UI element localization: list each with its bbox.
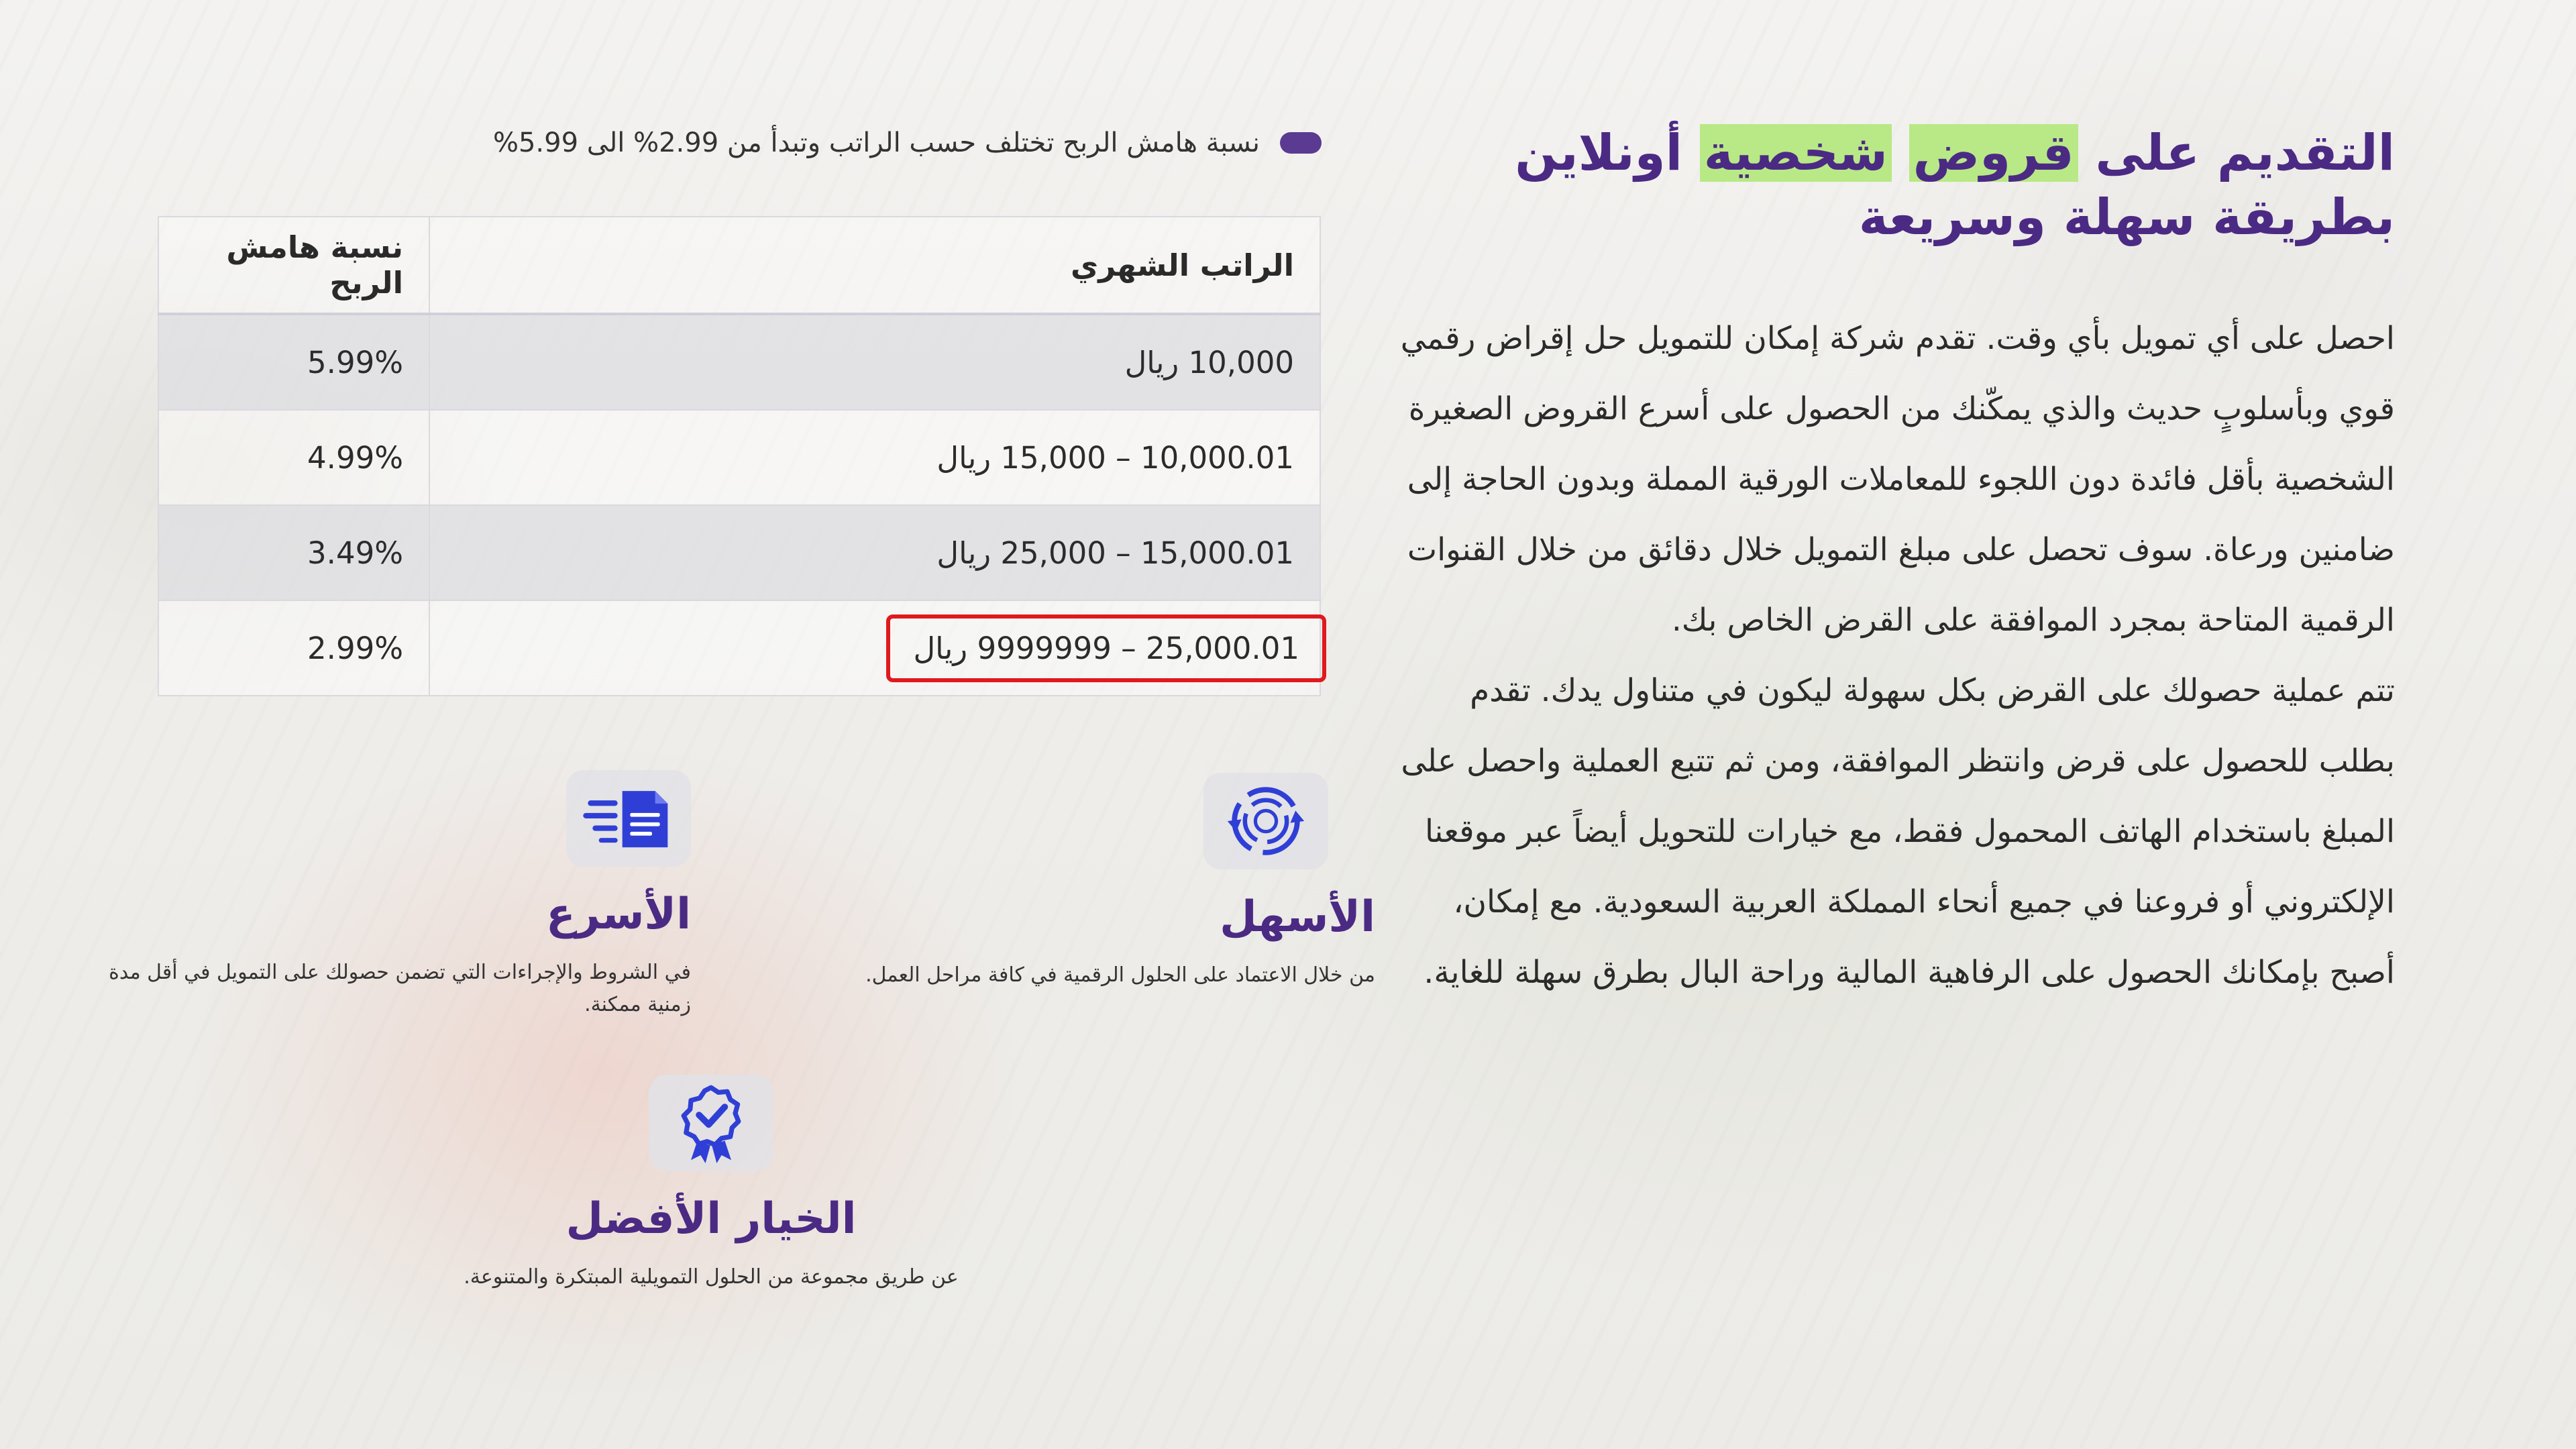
- feature-title: الأسهل: [1220, 892, 1375, 942]
- selection-highlight-box: 25,000.01 – 9999999 ريال: [886, 614, 1326, 682]
- circular-arrows-icon: [1203, 773, 1328, 869]
- profit-rate-table: الراتب الشهري نسبة هامش الربح 10,000 ريا…: [158, 216, 1326, 696]
- feature-easiest: الأسهل من خلال الاعتماد على الحلول الرقم…: [771, 773, 1375, 991]
- rate-cell: 5.99%: [158, 313, 430, 411]
- profit-margin-note: نسبة هامش الربح تختلف حسب الراتب وتبدأ م…: [456, 127, 1322, 158]
- title-line-two: بطريقة سهلة وسريعة: [1858, 189, 2395, 246]
- page-title: التقديم على قروض شخصية أونلاين بطريقة سه…: [1389, 121, 2395, 250]
- column-header-salary: الراتب الشهري: [429, 216, 1321, 315]
- feature-title: الأسرع: [545, 890, 691, 939]
- feature-description: عن طريق مجموعة من الحلول التمويلية المبت…: [464, 1265, 959, 1289]
- salary-cell: 15,000.01 – 25,000 ريال: [429, 504, 1321, 601]
- title-highlight-personal: شخصية: [1699, 124, 1892, 182]
- table-row: 10,000 ريال 5.99%: [158, 313, 1321, 411]
- table-row: 10,000.01 – 15,000 ريال 4.99%: [158, 409, 1321, 506]
- salary-cell-highlighted: 25,000.01 – 9999999 ريال: [429, 600, 1326, 696]
- salary-cell: 10,000 ريال: [429, 313, 1321, 411]
- bullet-pill-icon: [1280, 132, 1322, 154]
- award-badge-icon: [649, 1075, 773, 1171]
- table-row: 25,000.01 – 9999999 ريال 2.99%: [158, 600, 1326, 696]
- description-paragraph-1: احصل على أي تمويل بأي وقت. تقدم شركة إمك…: [1400, 320, 2395, 639]
- title-text-online: أونلاين: [1515, 124, 1700, 182]
- fast-document-icon: [566, 770, 691, 867]
- table-row: 15,000.01 – 25,000 ريال 3.49%: [158, 504, 1321, 601]
- feature-title: الخيار الأفضل: [566, 1194, 857, 1244]
- description-paragraph-2: تتم عملية حصولك على القرض بكل سهولة ليكو…: [1401, 672, 2395, 991]
- table-header-row: الراتب الشهري نسبة هامش الربح: [158, 216, 1321, 315]
- feature-description: من خلال الاعتماد على الحلول الرقمية في ك…: [865, 963, 1375, 987]
- rate-cell: 3.49%: [158, 504, 430, 601]
- hero-section: التقديم على قروض شخصية أونلاين بطريقة سه…: [1389, 121, 2395, 1008]
- hero-description: احصل على أي تمويل بأي وقت. تقدم شركة إمك…: [1389, 303, 2395, 1008]
- column-header-rate: نسبة هامش الربح: [158, 216, 430, 315]
- rate-cell: 4.99%: [158, 409, 430, 506]
- rate-cell: 2.99%: [158, 600, 430, 696]
- feature-fastest: الأسرع في الشروط والإجراءات التي تضمن حص…: [87, 770, 691, 1021]
- note-text: نسبة هامش الربح تختلف حسب الراتب وتبدأ م…: [492, 127, 1260, 158]
- feature-best-choice: الخيار الأفضل عن طريق مجموعة من الحلول ا…: [409, 1075, 1013, 1293]
- title-highlight-loans: قروض: [1909, 124, 2078, 182]
- title-space: [1892, 124, 1909, 182]
- feature-description: في الشروط والإجراءات التي تضمن حصولك على…: [109, 961, 691, 1016]
- salary-cell: 10,000.01 – 15,000 ريال: [429, 409, 1321, 506]
- title-text: التقديم على: [2078, 124, 2395, 182]
